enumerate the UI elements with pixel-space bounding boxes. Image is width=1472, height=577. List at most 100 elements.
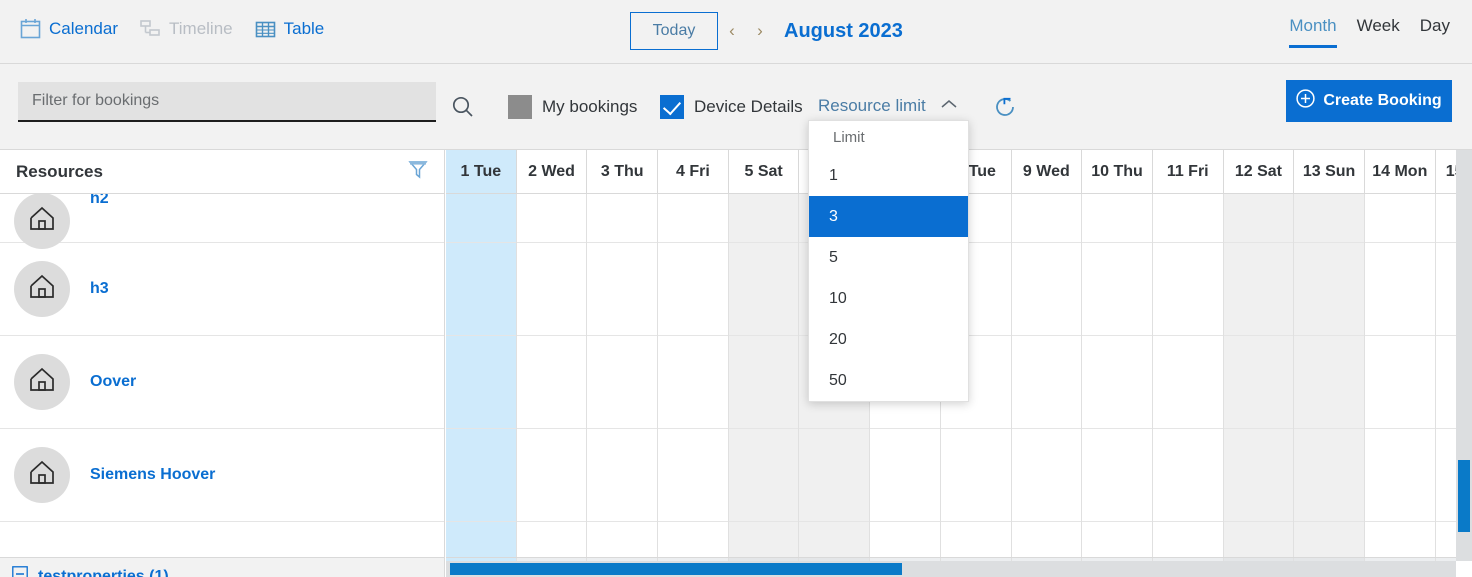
vertical-scrollbar[interactable] [1456, 150, 1472, 561]
table-row[interactable]: Oover [0, 336, 444, 429]
day-header[interactable]: 1 Tue [446, 150, 517, 193]
day-header[interactable]: 11 Fri [1153, 150, 1224, 193]
tab-day[interactable]: Day [1420, 16, 1450, 45]
dropdown-option[interactable]: 50 [809, 360, 968, 401]
calendar-cell[interactable] [1294, 243, 1364, 336]
funnel-icon[interactable] [408, 159, 428, 184]
dropdown-option[interactable]: 5 [809, 237, 968, 278]
table-row[interactable]: Siemens Hoover [0, 429, 444, 522]
day-column[interactable] [1153, 194, 1224, 557]
calendar-cell[interactable] [1294, 336, 1364, 429]
day-header[interactable]: 14 Mon [1365, 150, 1436, 193]
today-button[interactable]: Today [630, 12, 718, 50]
calendar-cell[interactable] [1224, 336, 1294, 429]
calendar-cell[interactable] [587, 194, 657, 243]
tab-week[interactable]: Week [1357, 16, 1400, 45]
horizontal-scrollbar[interactable] [446, 561, 1456, 577]
day-column[interactable] [729, 194, 800, 557]
calendar-cell[interactable] [517, 336, 587, 429]
calendar-cell[interactable] [799, 429, 869, 522]
day-header[interactable]: 2 Wed [517, 150, 588, 193]
day-header[interactable]: 12 Sat [1224, 150, 1295, 193]
vertical-scrollbar-thumb[interactable] [1458, 460, 1470, 532]
day-header[interactable]: 13 Sun [1294, 150, 1365, 193]
refresh-icon[interactable] [993, 95, 1017, 124]
day-header[interactable]: 10 Thu [1082, 150, 1153, 193]
table-row[interactable]: h3 [0, 243, 444, 336]
calendar-cell[interactable] [1224, 194, 1294, 243]
resource-name[interactable]: h2 [90, 194, 109, 208]
view-tab-table[interactable]: Table [255, 18, 325, 39]
search-input[interactable] [18, 82, 436, 122]
resource-group-row[interactable]: testproperties (1) [0, 557, 445, 577]
calendar-cell[interactable] [658, 429, 728, 522]
calendar-cell[interactable] [1365, 194, 1435, 243]
create-booking-button[interactable]: Create Booking [1286, 80, 1452, 122]
day-column[interactable] [1294, 194, 1365, 557]
calendar-cell[interactable] [658, 243, 728, 336]
calendar-cell[interactable] [1012, 194, 1082, 243]
prev-period-button[interactable]: ‹ [718, 12, 746, 50]
calendar-cell[interactable] [870, 429, 940, 522]
calendar-cell[interactable] [1153, 194, 1223, 243]
day-header[interactable]: 4 Fri [658, 150, 729, 193]
calendar-cell[interactable] [1365, 429, 1435, 522]
day-column[interactable] [1012, 194, 1083, 557]
horizontal-scrollbar-thumb[interactable] [450, 563, 902, 575]
calendar-cell[interactable] [446, 194, 516, 243]
calendar-cell[interactable] [1294, 194, 1364, 243]
device-details-checkbox-group[interactable]: Device Details [660, 95, 803, 119]
day-header[interactable]: 9 Wed [1012, 150, 1083, 193]
calendar-cell[interactable] [517, 194, 587, 243]
calendar-cell[interactable] [446, 336, 516, 429]
calendar-cell[interactable] [517, 243, 587, 336]
calendar-cell[interactable] [729, 243, 799, 336]
device-details-checkbox[interactable] [660, 95, 684, 119]
calendar-cell[interactable] [941, 429, 1011, 522]
day-column[interactable] [1365, 194, 1436, 557]
day-column[interactable] [587, 194, 658, 557]
calendar-cell[interactable] [1365, 243, 1435, 336]
my-bookings-checkbox[interactable] [508, 95, 532, 119]
calendar-cell[interactable] [1153, 336, 1223, 429]
calendar-cell[interactable] [587, 336, 657, 429]
view-tab-timeline[interactable]: Timeline [140, 18, 233, 39]
calendar-cell[interactable] [729, 429, 799, 522]
calendar-cell[interactable] [729, 336, 799, 429]
resource-name[interactable]: Siemens Hoover [90, 466, 215, 484]
calendar-cell[interactable] [587, 243, 657, 336]
calendar-cell[interactable] [1082, 194, 1152, 243]
resource-limit-dropdown-trigger[interactable]: Resource limit [818, 96, 958, 116]
calendar-cell[interactable] [1082, 429, 1152, 522]
day-column[interactable] [446, 194, 517, 557]
day-header[interactable]: 3 Thu [587, 150, 658, 193]
my-bookings-checkbox-group[interactable]: My bookings [508, 95, 637, 119]
calendar-cell[interactable] [658, 194, 728, 243]
resource-name[interactable]: h3 [90, 280, 109, 298]
calendar-cell[interactable] [1012, 336, 1082, 429]
day-column[interactable] [517, 194, 588, 557]
table-row[interactable]: h2 [0, 194, 444, 243]
search-icon[interactable] [450, 94, 476, 125]
calendar-cell[interactable] [1365, 336, 1435, 429]
calendar-cell[interactable] [1082, 336, 1152, 429]
dropdown-option[interactable]: 3 [809, 196, 968, 237]
collapse-minus-icon[interactable] [12, 566, 28, 577]
dropdown-option[interactable]: 10 [809, 278, 968, 319]
next-period-button[interactable]: › [746, 12, 774, 50]
view-tab-calendar[interactable]: Calendar [20, 18, 118, 39]
resource-name[interactable]: Oover [90, 373, 136, 391]
calendar-cell[interactable] [1082, 243, 1152, 336]
calendar-cell[interactable] [658, 336, 728, 429]
calendar-cell[interactable] [1153, 243, 1223, 336]
dropdown-option[interactable]: 20 [809, 319, 968, 360]
day-header[interactable]: 5 Sat [729, 150, 800, 193]
calendar-cell[interactable] [1224, 243, 1294, 336]
calendar-cell[interactable] [729, 194, 799, 243]
calendar-cell[interactable] [1012, 429, 1082, 522]
day-column[interactable] [658, 194, 729, 557]
calendar-cell[interactable] [1012, 243, 1082, 336]
day-column[interactable] [1224, 194, 1295, 557]
calendar-cell[interactable] [1294, 429, 1364, 522]
calendar-cell[interactable] [517, 429, 587, 522]
